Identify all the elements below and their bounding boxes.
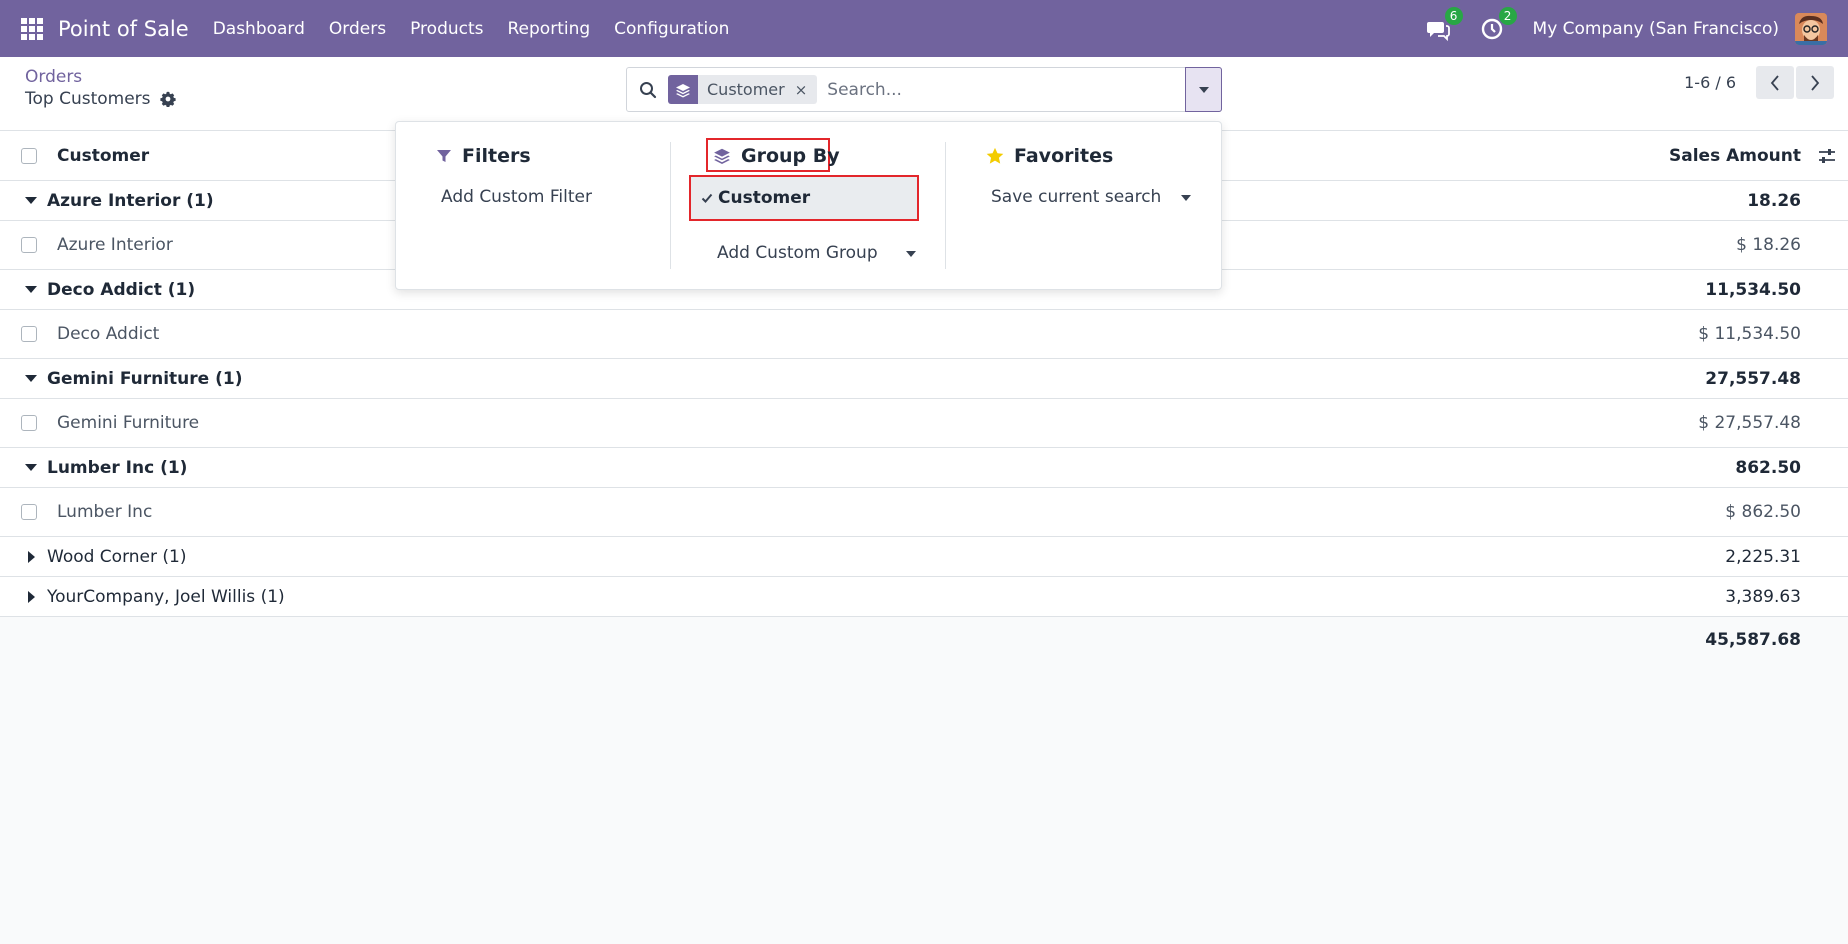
group-label: Lumber Inc (1): [47, 457, 188, 478]
control-panel: Orders Top Customers Customer × Search..…: [0, 57, 1848, 131]
caret-down-icon: [25, 197, 37, 204]
check-icon: [701, 193, 713, 203]
group-by-option-label: Customer: [718, 188, 811, 208]
row-amount: $ 18.26: [1736, 235, 1801, 255]
row-checkbox[interactable]: [21, 415, 37, 431]
messages-button[interactable]: 6: [1425, 6, 1463, 42]
layers-icon: [668, 75, 698, 104]
row-amount: $ 862.50: [1725, 502, 1801, 522]
top-navbar: Point of Sale Dashboard Orders Products …: [0, 0, 1848, 57]
caret-right-icon: [28, 550, 35, 563]
group-label: Deco Addict (1): [47, 279, 196, 300]
caret-down-icon: [1198, 86, 1209, 93]
group-label: Wood Corner (1): [47, 546, 187, 567]
group-row[interactable]: YourCompany, Joel Willis (1) 3,389.63: [0, 577, 1848, 617]
row-customer: Lumber Inc: [57, 502, 153, 522]
favorites-title: Favorites: [1014, 145, 1114, 167]
chevron-right-icon: [1811, 74, 1820, 91]
dropdown-divider: [670, 142, 671, 269]
search-options-toggle[interactable]: [1185, 67, 1222, 112]
user-avatar[interactable]: [1795, 12, 1827, 45]
group-total: 2,225.31: [1725, 546, 1801, 567]
favorites-header: Favorites: [986, 145, 1113, 167]
table-row[interactable]: Gemini Furniture $ 27,557.48: [0, 399, 1848, 448]
activities-button[interactable]: 2: [1479, 6, 1517, 42]
row-customer: Gemini Furniture: [57, 413, 200, 433]
group-row[interactable]: Gemini Furniture (1) 27,557.48: [0, 359, 1848, 399]
facet-remove-button[interactable]: ×: [795, 81, 818, 99]
pager-previous-button[interactable]: [1756, 66, 1794, 99]
row-customer: Deco Addict: [57, 324, 160, 344]
company-switcher[interactable]: My Company (San Francisco): [1533, 19, 1779, 39]
column-settings-icon[interactable]: [1818, 147, 1836, 165]
group-label: Azure Interior (1): [47, 190, 214, 211]
view-title: Top Customers: [25, 89, 176, 109]
activities-badge: 2: [1498, 6, 1517, 25]
chevron-left-icon: [1770, 74, 1779, 91]
save-current-search[interactable]: Save current search: [991, 187, 1161, 207]
group-by-title: Group By: [741, 145, 840, 167]
caret-down-icon: [25, 464, 37, 471]
caret-right-icon: [28, 590, 35, 603]
add-custom-group-caret-icon[interactable]: [906, 251, 916, 257]
facet-label: Customer: [707, 80, 785, 99]
group-row[interactable]: Wood Corner (1) 2,225.31: [0, 537, 1848, 577]
row-checkbox[interactable]: [21, 326, 37, 342]
menu-orders[interactable]: Orders: [317, 19, 398, 39]
group-total: 11,534.50: [1705, 279, 1801, 300]
row-checkbox[interactable]: [21, 504, 37, 520]
column-header-customer[interactable]: Customer: [57, 146, 149, 166]
pager-value[interactable]: 1-6 / 6: [1684, 73, 1736, 92]
search-icon: [640, 81, 657, 98]
select-all-checkbox[interactable]: [21, 147, 37, 164]
menu-configuration[interactable]: Configuration: [602, 19, 741, 39]
caret-down-icon: [25, 375, 37, 382]
add-custom-group[interactable]: Add Custom Group: [717, 243, 878, 263]
row-amount: $ 27,557.48: [1698, 413, 1801, 433]
user-avatar-image: [1795, 12, 1827, 45]
group-row[interactable]: Lumber Inc (1) 862.50: [0, 448, 1848, 488]
group-by-option-customer[interactable]: Customer: [689, 175, 919, 221]
search-options-dropdown: Filters Add Custom Filter Group By Custo…: [395, 121, 1222, 290]
group-label: Gemini Furniture (1): [47, 368, 243, 389]
add-custom-filter[interactable]: Add Custom Filter: [441, 187, 592, 207]
layers-icon: [714, 148, 730, 164]
search-facet-group-by[interactable]: Customer ×: [668, 75, 818, 104]
group-total: 27,557.48: [1705, 368, 1801, 389]
search-box: Customer ×: [626, 67, 1222, 112]
app-name[interactable]: Point of Sale: [58, 17, 189, 41]
row-amount: $ 11,534.50: [1698, 324, 1801, 344]
group-total: 862.50: [1735, 457, 1801, 478]
page-title: Top Customers: [25, 89, 151, 109]
grand-total: 45,587.68: [1705, 630, 1801, 650]
group-total: 3,389.63: [1725, 586, 1801, 607]
save-search-caret-icon[interactable]: [1181, 195, 1191, 201]
menu-reporting[interactable]: Reporting: [496, 19, 603, 39]
filters-header: Filters: [436, 145, 531, 167]
row-customer: Azure Interior: [57, 235, 173, 255]
row-checkbox[interactable]: [21, 237, 37, 253]
pager-next-button[interactable]: [1796, 66, 1834, 99]
group-total: 18.26: [1747, 190, 1801, 211]
dropdown-divider: [945, 142, 946, 269]
table-row[interactable]: Deco Addict $ 11,534.50: [0, 310, 1848, 359]
star-icon: [986, 147, 1004, 164]
grand-total-row: 45,587.68: [0, 617, 1848, 663]
gear-icon[interactable]: [159, 91, 176, 107]
column-header-sales-amount[interactable]: Sales Amount: [1669, 146, 1801, 166]
menu-products[interactable]: Products: [398, 19, 495, 39]
messages-badge: 6: [1444, 6, 1463, 25]
group-label: YourCompany, Joel Willis (1): [47, 586, 285, 607]
filters-title: Filters: [462, 145, 531, 167]
breadcrumb-orders[interactable]: Orders: [25, 67, 82, 87]
caret-down-icon: [25, 286, 37, 293]
apps-menu-icon[interactable]: [21, 17, 43, 40]
menu-dashboard[interactable]: Dashboard: [201, 19, 317, 39]
filter-icon: [437, 150, 451, 162]
search-input[interactable]: [827, 79, 1168, 100]
table-row[interactable]: Lumber Inc $ 862.50: [0, 488, 1848, 537]
group-by-header: Group By: [713, 145, 840, 167]
